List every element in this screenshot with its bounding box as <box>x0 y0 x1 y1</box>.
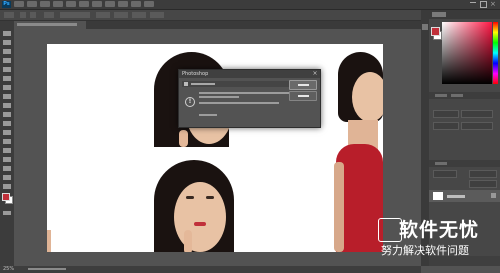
eraser-tool-icon[interactable] <box>3 121 11 126</box>
menu-edit[interactable] <box>27 1 37 7</box>
adjustment-field[interactable] <box>461 110 493 118</box>
color-picker-field[interactable] <box>442 22 492 84</box>
color-panel-tab[interactable] <box>432 12 446 17</box>
option-toggle[interactable] <box>44 12 54 18</box>
zoom-level[interactable]: 25% <box>3 267 14 272</box>
portrait-image-right <box>334 52 383 252</box>
option-field[interactable] <box>132 12 146 18</box>
option-field[interactable] <box>60 12 90 18</box>
quick-select-tool-icon[interactable] <box>3 58 11 63</box>
menu-file[interactable] <box>14 1 24 7</box>
adjustment-field[interactable] <box>433 122 459 130</box>
clone-stamp-tool-icon[interactable] <box>3 103 11 108</box>
dialog-close-icon[interactable]: × <box>312 71 318 77</box>
history-brush-tool-icon[interactable] <box>3 112 11 117</box>
image-edge <box>47 230 51 252</box>
document-tab-bar <box>14 21 421 29</box>
adjustment-field[interactable] <box>461 122 493 130</box>
button-label <box>298 84 309 86</box>
option-field[interactable] <box>150 12 164 18</box>
panel-foreground-swatch[interactable] <box>431 27 440 36</box>
marquee-tool-icon[interactable] <box>3 40 11 45</box>
minimize-icon[interactable] <box>470 2 476 3</box>
menu-select[interactable] <box>79 1 89 7</box>
dialog-secondary-button[interactable] <box>289 91 317 101</box>
panel-icon[interactable] <box>422 24 428 30</box>
document-tab[interactable] <box>14 21 86 29</box>
menu-3d[interactable] <box>105 1 115 7</box>
info-icon: ! <box>185 97 195 107</box>
pen-tool-icon[interactable] <box>3 157 11 162</box>
option-toggle[interactable] <box>30 12 36 18</box>
blend-mode-select[interactable] <box>433 170 457 178</box>
layer-row[interactable] <box>429 190 500 202</box>
checkbox-icon[interactable] <box>184 82 188 86</box>
watermark-subtitle: 努力解决软件问题 <box>381 244 469 257</box>
eyedropper-tool-icon[interactable] <box>3 76 11 81</box>
dialog-title: Photoshop <box>182 71 209 77</box>
dialog-title-bar[interactable]: Photoshop × <box>179 70 320 78</box>
panel-tab[interactable] <box>435 94 447 97</box>
button-label <box>298 95 309 97</box>
menu-help[interactable] <box>144 1 154 7</box>
option-field[interactable] <box>96 12 110 18</box>
watermark-title: 软件无忧 <box>399 219 480 241</box>
menu-image[interactable] <box>40 1 50 7</box>
zoom-tool-icon[interactable] <box>3 184 11 189</box>
document-tab-label <box>17 23 77 26</box>
dialog-option-label <box>191 83 215 85</box>
dodge-tool-icon[interactable] <box>3 148 11 153</box>
crop-tool-icon[interactable] <box>3 67 11 72</box>
hand-tool-icon[interactable] <box>3 175 11 180</box>
gradient-tool-icon[interactable] <box>3 130 11 135</box>
watermark: 软件无忧 努力解决软件问题 <box>378 218 482 266</box>
option-field[interactable] <box>114 12 128 18</box>
dialog-message-line <box>199 92 295 94</box>
quick-mask-icon[interactable] <box>3 211 11 215</box>
maximize-icon[interactable] <box>480 1 487 8</box>
dialog-primary-button[interactable] <box>289 80 317 90</box>
menu-type[interactable] <box>66 1 76 7</box>
lasso-tool-icon[interactable] <box>3 49 11 54</box>
healing-tool-icon[interactable] <box>3 85 11 90</box>
dialog-message-line <box>199 114 217 116</box>
photoshop-logo: Ps <box>2 1 11 8</box>
adjustment-field[interactable] <box>433 110 459 118</box>
close-window-icon[interactable]: × <box>490 0 496 8</box>
fill-field[interactable] <box>469 180 497 188</box>
menu-view[interactable] <box>118 1 128 7</box>
color-panel-header <box>429 10 500 19</box>
dialog-message-line <box>199 96 239 98</box>
menu-filter[interactable] <box>92 1 102 7</box>
menu-layer[interactable] <box>53 1 63 7</box>
foreground-color-swatch[interactable] <box>2 193 10 201</box>
photoshop-dialog: Photoshop × ! <box>178 69 321 128</box>
tools-panel <box>0 21 14 266</box>
move-tool-icon[interactable] <box>3 31 11 36</box>
brush-tool-icon[interactable] <box>3 94 11 99</box>
lock-icon <box>491 193 496 198</box>
menu-window[interactable] <box>131 1 141 7</box>
layers-tab[interactable] <box>435 162 447 165</box>
tool-preset-picker[interactable] <box>4 12 14 18</box>
layer-thumbnail <box>433 192 443 200</box>
document-info[interactable] <box>28 268 66 270</box>
panel-tab[interactable] <box>451 94 463 97</box>
dialog-message-line <box>199 102 279 104</box>
blur-tool-icon[interactable] <box>3 139 11 144</box>
option-toggle[interactable] <box>20 12 26 18</box>
layer-name <box>447 195 465 198</box>
type-tool-icon[interactable] <box>3 166 11 171</box>
canvas-area: Photoshop × ! <box>14 29 421 266</box>
opacity-field[interactable] <box>469 170 497 178</box>
portrait-image-bottom <box>154 160 234 252</box>
status-bar: 25% <box>0 266 421 273</box>
menu-bar: Ps × <box>0 0 500 10</box>
hue-slider[interactable] <box>493 22 498 84</box>
